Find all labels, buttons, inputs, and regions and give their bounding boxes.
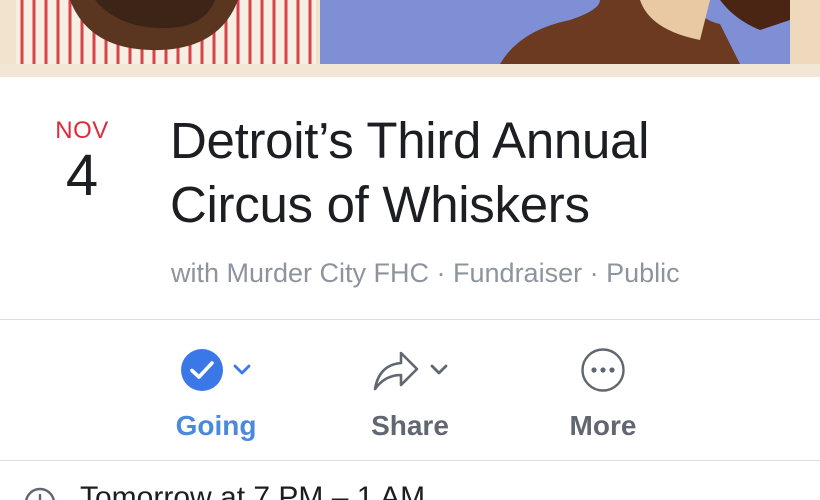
share-button[interactable]: Share (340, 346, 480, 446)
event-action-bar: Going Share More (0, 320, 820, 460)
more-button[interactable]: More (533, 346, 673, 446)
more-label: More (569, 410, 637, 441)
event-date-month: NOV (55, 117, 109, 144)
cover-illustration (0, 0, 820, 77)
event-subtitle[interactable]: with Murder City FHC · Fundraiser · Publ… (171, 258, 680, 289)
event-cover-photo[interactable] (0, 0, 820, 77)
chevron-down-icon (429, 363, 449, 382)
event-header: NOV 4 Detroit’s Third Annual Circus of W… (0, 77, 820, 319)
chevron-down-icon (232, 363, 252, 382)
check-circle-icon (180, 348, 224, 397)
event-time-text: Tomorrow at 7 PM – 1 AM (80, 481, 426, 500)
share-arrow-icon (371, 347, 421, 398)
event-date-day: 4 (65, 143, 99, 208)
event-time-row[interactable]: Tomorrow at 7 PM – 1 AM (0, 461, 820, 500)
going-label: Going (175, 410, 257, 441)
more-dots-icon (580, 347, 626, 398)
share-label: Share (371, 410, 449, 441)
going-button[interactable]: Going (146, 346, 286, 446)
clock-icon (24, 487, 56, 500)
event-title: Detroit’s Third Annual Circus of Whisker… (170, 112, 650, 233)
